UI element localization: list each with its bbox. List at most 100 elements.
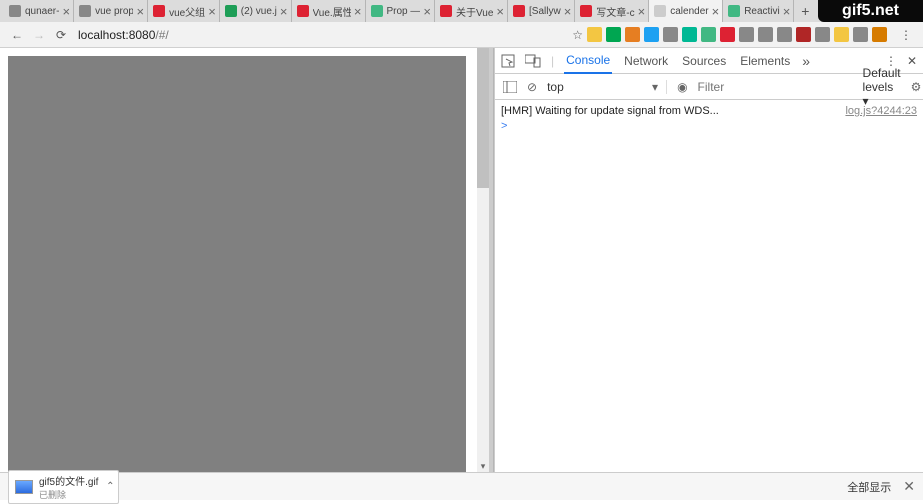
extension-icon[interactable]	[606, 27, 621, 42]
browser-tab[interactable]: (2) vue.j×	[220, 0, 292, 22]
star-icon[interactable]: ☆	[572, 28, 583, 42]
download-item[interactable]: gif5的文件.gif 已删除 ⌃	[8, 470, 119, 504]
devtools-close-button[interactable]: ✕	[907, 54, 917, 68]
new-tab-button[interactable]: +	[794, 0, 816, 22]
page-scrollbar[interactable]: ▾	[477, 48, 489, 472]
tab-console[interactable]: Console	[564, 48, 612, 74]
scrollbar-thumb[interactable]	[477, 48, 489, 188]
tab-title: vue父组	[169, 4, 205, 19]
browser-tab[interactable]: 关于Vue×	[435, 0, 508, 22]
page-viewport: ▾ ↖	[0, 48, 489, 472]
forward-button: →	[28, 24, 50, 46]
extension-icon[interactable]	[625, 27, 640, 42]
extension-icon[interactable]	[777, 27, 792, 42]
url-input[interactable]: localhost:8080/#/	[78, 28, 566, 42]
live-expression-icon[interactable]: ◉	[677, 80, 687, 94]
clear-console-icon[interactable]: ⊘	[527, 80, 537, 94]
browser-tab[interactable]: vue父组×	[148, 0, 220, 22]
extension-icons: ☆	[572, 27, 887, 42]
extension-icon[interactable]	[720, 27, 735, 42]
tab-title: qunaer-	[25, 6, 59, 17]
extension-icon[interactable]	[796, 27, 811, 42]
close-icon[interactable]: ×	[208, 5, 216, 18]
browser-tab[interactable]: Reactivi×	[723, 0, 794, 22]
extension-icon[interactable]	[739, 27, 754, 42]
separator: |	[551, 54, 554, 68]
favicon-icon	[654, 5, 666, 17]
close-icon[interactable]: ×	[496, 5, 504, 18]
close-icon[interactable]: ×	[712, 5, 720, 18]
tabs-overflow-icon[interactable]: »	[802, 53, 810, 69]
console-prompt[interactable]: >	[501, 120, 917, 132]
tab-title: Prop —	[387, 6, 421, 17]
browser-tab[interactable]: Prop —×	[366, 0, 436, 22]
tab-elements[interactable]: Elements	[738, 49, 792, 73]
close-icon[interactable]: ×	[62, 5, 70, 18]
back-button[interactable]: ←	[6, 24, 28, 46]
favicon-icon	[440, 5, 452, 17]
extension-icon[interactable]	[587, 27, 602, 42]
sidebar-toggle-icon[interactable]	[503, 81, 517, 93]
extension-icon[interactable]	[701, 27, 716, 42]
extension-icon[interactable]	[815, 27, 830, 42]
devtools-tab-bar: | Console Network Sources Elements » ⋮ ✕	[495, 48, 923, 74]
favicon-icon	[153, 5, 165, 17]
chevron-up-icon[interactable]: ⌃	[106, 481, 114, 492]
browser-tab[interactable]: qunaer-×	[4, 0, 74, 22]
device-toggle-icon[interactable]	[525, 54, 541, 68]
content-row: ▾ ↖ | Console Network Sources Elements »…	[0, 48, 923, 472]
extension-icon[interactable]	[758, 27, 773, 42]
tab-title: Vue.属性	[313, 4, 351, 19]
extension-icon[interactable]	[853, 27, 868, 42]
tab-sources[interactable]: Sources	[680, 49, 728, 73]
tab-title: calender	[670, 6, 708, 17]
console-body[interactable]: [HMR] Waiting for update signal from WDS…	[495, 100, 923, 472]
url-path: /#/	[155, 28, 168, 42]
show-all-downloads-link[interactable]: 全部显示	[847, 479, 891, 495]
tab-title: [Sallyw	[529, 6, 561, 17]
favicon-icon	[225, 5, 237, 17]
favicon-icon	[79, 5, 91, 17]
favicon-icon	[513, 5, 525, 17]
favicon-icon	[297, 5, 309, 17]
favicon-icon	[728, 5, 740, 17]
context-selector[interactable]: top ▾	[547, 80, 667, 94]
address-bar: ← → ⟳ localhost:8080/#/ ☆ ⋮	[0, 22, 923, 48]
close-icon[interactable]: ×	[638, 5, 646, 18]
console-filter-input[interactable]	[698, 80, 853, 94]
browser-tab[interactable]: Vue.属性×	[292, 0, 366, 22]
browser-tab[interactable]: vue prop×	[74, 0, 148, 22]
scrollbar-down-icon[interactable]: ▾	[477, 460, 489, 472]
download-filename: gif5的文件.gif	[39, 473, 98, 488]
close-icon[interactable]: ×	[783, 5, 791, 18]
file-icon	[15, 480, 33, 494]
tab-title: (2) vue.j	[241, 6, 277, 17]
log-source-link[interactable]: log.js?4244:23	[845, 105, 917, 117]
extension-icon[interactable]	[834, 27, 849, 42]
downloads-close-button[interactable]: ✕	[903, 478, 915, 495]
extension-icon[interactable]	[663, 27, 678, 42]
log-message: [HMR] Waiting for update signal from WDS…	[501, 105, 719, 117]
tab-title: 关于Vue	[456, 4, 493, 19]
menu-button[interactable]: ⋮	[895, 24, 917, 46]
close-icon[interactable]: ×	[136, 5, 144, 18]
inspect-icon[interactable]	[501, 54, 515, 68]
watermark: gif5.net	[818, 0, 923, 22]
close-icon[interactable]: ×	[564, 5, 572, 18]
tab-title: Reactivi	[744, 6, 780, 17]
extension-icon[interactable]	[682, 27, 697, 42]
close-icon[interactable]: ×	[280, 5, 288, 18]
console-log-line: [HMR] Waiting for update signal from WDS…	[501, 104, 917, 118]
browser-tab[interactable]: 写文章-c×	[575, 0, 649, 22]
console-settings-icon[interactable]: ⚙	[911, 80, 922, 94]
tab-network[interactable]: Network	[622, 49, 670, 73]
close-icon[interactable]: ×	[423, 5, 431, 18]
app-grey-box	[8, 56, 466, 472]
close-icon[interactable]: ×	[354, 5, 362, 18]
reload-button[interactable]: ⟳	[50, 24, 72, 46]
extension-icon[interactable]	[872, 27, 887, 42]
browser-tab[interactable]: [Sallyw×	[508, 0, 575, 22]
downloads-bar: gif5的文件.gif 已删除 ⌃ 全部显示 ✕	[0, 472, 923, 500]
browser-tab[interactable]: calender ×	[649, 0, 723, 22]
extension-icon[interactable]	[644, 27, 659, 42]
